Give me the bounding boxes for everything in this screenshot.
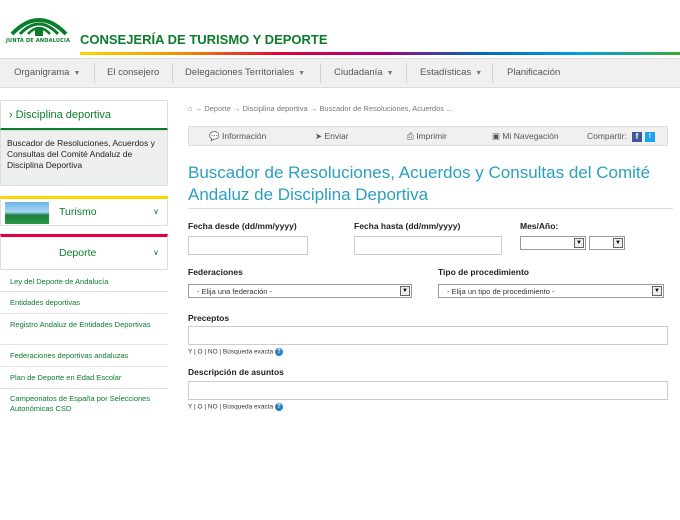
divider [0,344,168,345]
print-button[interactable]: ⎙ Imprimir [407,131,447,142]
breadcrumb-item: Buscador de Resoluciones, Acuerdos ... [319,104,453,113]
facebook-icon[interactable]: f [632,131,642,142]
nav-item-delegaciones[interactable]: Delegaciones Territoriales ▼ [185,59,305,87]
help-icon[interactable]: ? [274,403,283,411]
tipo-procedimiento-select[interactable]: - Elija un tipo de procedimiento - ▼ [438,284,664,298]
nav-item-ciudadania[interactable]: Ciudadanía ▼ [334,59,394,87]
chevron-down-icon: ▼ [475,70,483,77]
arrow-right-icon: → [194,104,205,113]
descripcion-input[interactable] [188,381,668,400]
main-nav: Organigrama ▼ El consejero Delegaciones T… [0,58,680,88]
divider [0,388,168,389]
fecha-hasta-input[interactable] [354,236,502,255]
nav-separator [172,63,173,83]
site-title[interactable]: CONSEJERÍA DE TURISMO Y DEPORTE [80,32,328,47]
fecha-hasta-label: Fecha hasta (dd/mm/yyyy) [354,221,461,231]
breadcrumb-item[interactable]: Deporte [204,104,231,113]
sidebar-section-deporte[interactable]: Deporte ∨ [0,234,168,270]
help-icon[interactable]: ? [274,348,283,356]
rainbow-divider [80,52,680,55]
share-label: Compartir: [587,131,627,141]
print-icon: ⎙ [407,131,414,141]
chevron-down-icon: ▼ [613,238,623,248]
sidebar: › Disciplina deportiva Buscador de Resolu… [0,100,168,420]
federaciones-label: Federaciones [188,267,243,277]
send-icon: ➤ [315,131,323,141]
arrow-right-icon: → [309,104,320,113]
search-hint: Y | O | NO | Búsqueda exacta ? [188,403,283,411]
breadcrumb-item[interactable]: Disciplina deportiva [243,104,308,113]
nav-separator [94,63,95,83]
mes-select[interactable]: ▼ [520,236,586,250]
home-icon[interactable]: ⌂ [188,104,193,113]
sidebar-link[interactable]: Federaciones deportivas andaluzas [0,351,168,361]
chevron-down-icon: ▼ [652,286,662,296]
sidebar-link[interactable]: Registro Andaluz de Entidades Deportivas [0,320,168,330]
chevron-right-icon: › [9,109,13,121]
fecha-desde-label: Fecha desde (dd/mm/yyyy) [188,221,297,231]
sidebar-heading[interactable]: › Disciplina deportiva [0,100,168,130]
my-navigation-button[interactable]: ▣ Mi Navegación [492,131,559,142]
nav-separator [406,63,407,83]
chevron-down-icon: ▼ [574,238,584,248]
chevron-down-icon: ▼ [386,70,394,77]
arrow-right-icon: → [233,104,243,113]
preceptos-label: Preceptos [188,313,230,323]
comment-icon: 💬 [209,131,220,141]
tipo-procedimiento-label: Tipo de procedimiento [438,267,529,277]
fecha-desde-input[interactable] [188,236,308,255]
sidebar-link[interactable]: Plan de Deporte en Edad Escolar [0,373,168,383]
search-form: Fecha desde (dd/mm/yyyy) Fecha hasta (dd… [188,208,673,520]
breadcrumb: ⌂ → Deporte → Disciplina deportiva → Bus… [188,104,668,113]
twitter-icon[interactable]: t [645,131,655,142]
nav-item-estadisticas[interactable]: Estadísticas ▼ [420,59,482,87]
sidebar-description[interactable]: Buscador de Resoluciones, Acuerdos y Con… [0,130,168,186]
nav-separator [492,63,493,83]
preceptos-input[interactable] [188,326,668,345]
chevron-down-icon: ▼ [400,286,410,296]
turismo-thumbnail [5,202,49,224]
briefcase-icon: ▣ [492,131,501,141]
info-button[interactable]: 💬 Información [209,131,266,142]
mes-anio-label: Mes/Año: [520,221,559,231]
section-label: Turismo [59,206,97,218]
page-toolbar: 💬 Información ➤ Enviar ⎙ Imprimir ▣ Mi N… [188,126,668,146]
sidebar-link[interactable]: Entidades deportivas [0,298,168,308]
divider [0,291,168,292]
logo-text: JUNTA DE ANDALUCIA [6,38,71,44]
nav-item-organigrama[interactable]: Organigrama ▼ [14,59,80,87]
divider [0,313,168,314]
chevron-down-icon: ∨ [153,207,159,216]
anio-select[interactable]: ▼ [589,236,625,250]
nav-item-planificacion[interactable]: Planificación [507,59,560,87]
section-label: Deporte [59,247,97,259]
nav-item-consejero[interactable]: El consejero [107,59,159,87]
site-header: JUNTA DE ANDALUCIA CONSEJERÍA DE TURISMO… [0,0,680,56]
chevron-down-icon: ▼ [298,70,306,77]
page-title: Buscador de Resoluciones, Acuerdos y Con… [188,163,651,204]
sidebar-link[interactable]: Campeonatos de España por Selecciones Au… [0,394,168,414]
chevron-down-icon: ∨ [153,248,159,257]
federaciones-select[interactable]: - Elija una federación - ▼ [188,284,412,298]
sidebar-section-turismo[interactable]: Turismo ∨ [0,196,168,226]
divider [0,366,168,367]
nav-separator [320,63,321,83]
send-button[interactable]: ➤ Enviar [315,131,349,142]
sidebar-link[interactable]: Ley del Deporte de Andalucía [0,277,168,287]
search-hint: Y | O | NO | Búsqueda exacta ? [188,348,283,356]
descripcion-label: Descripción de asuntos [188,367,284,377]
chevron-down-icon: ▼ [73,70,81,77]
